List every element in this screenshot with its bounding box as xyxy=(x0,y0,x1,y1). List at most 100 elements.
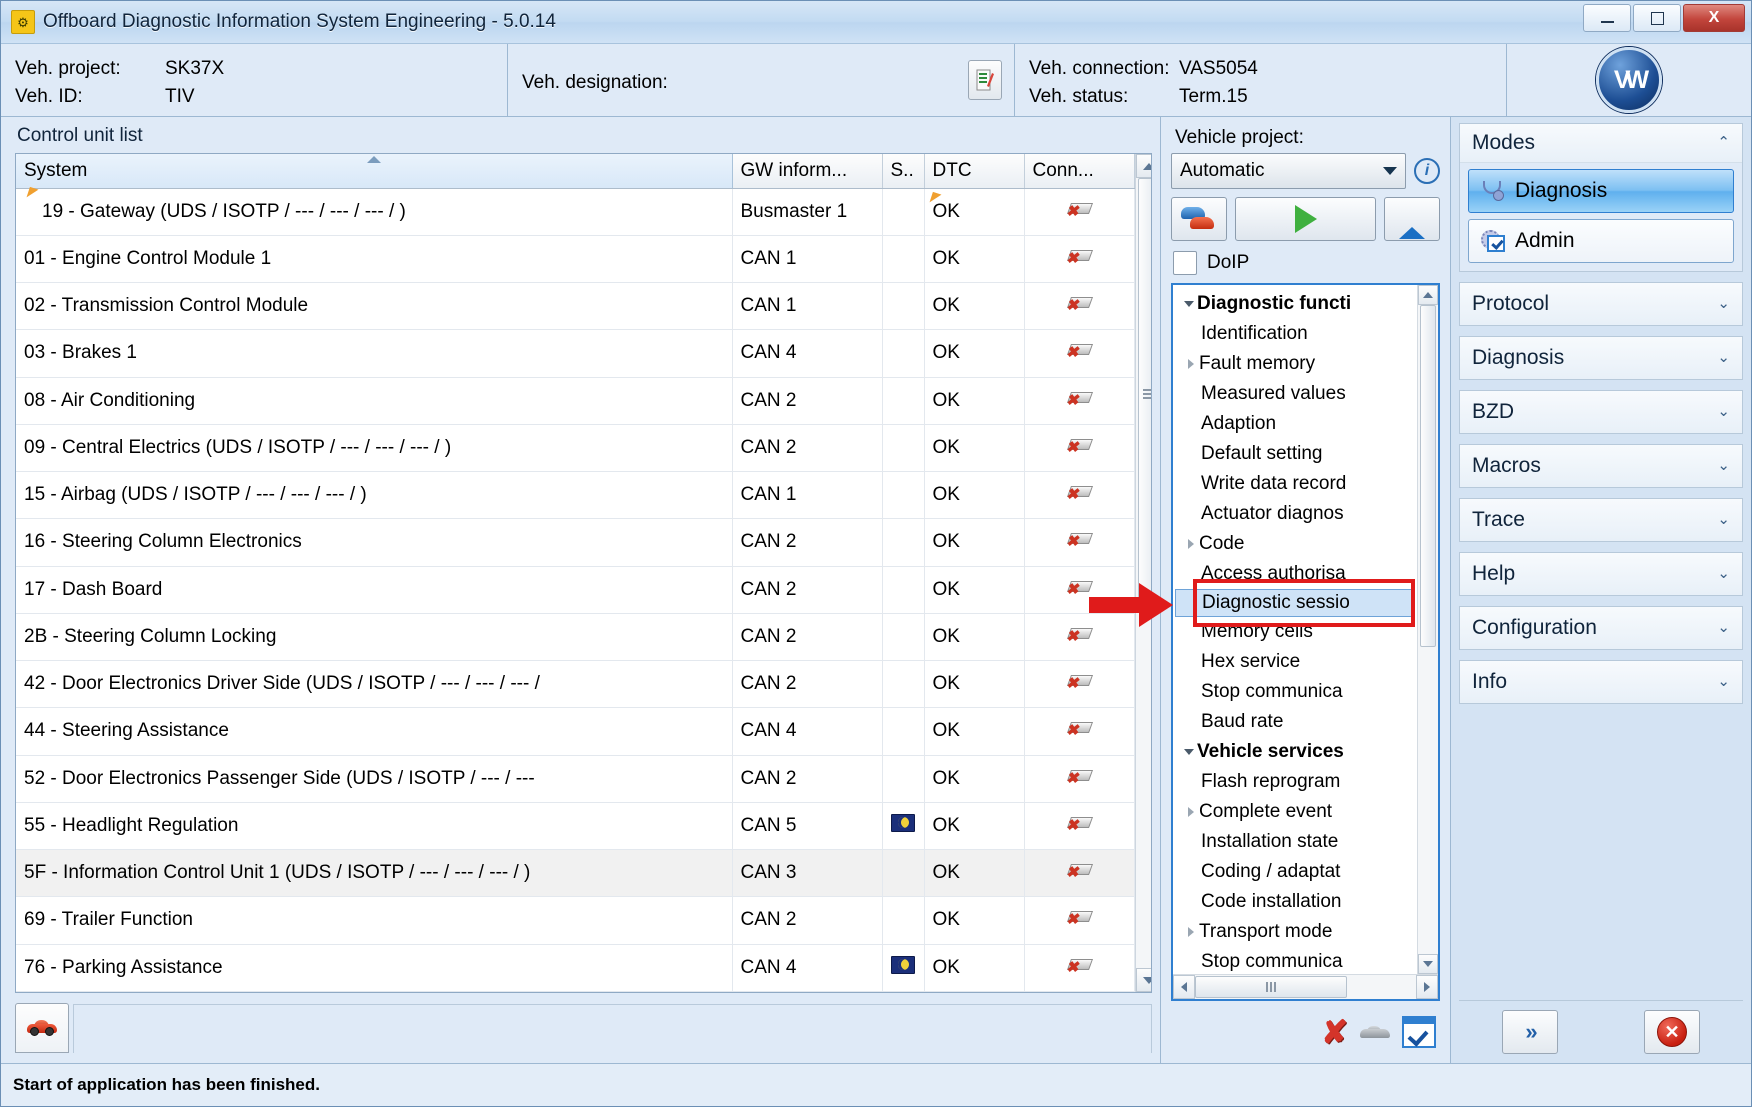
tree-item[interactable]: Access authorisa xyxy=(1175,559,1417,589)
accordion-section-trace[interactable]: Trace ⌄ xyxy=(1459,498,1743,542)
tree-hscroll-track[interactable] xyxy=(1195,975,1416,999)
table-row[interactable]: 02 - Transmission Control Module CAN 1 OK ✖ xyxy=(16,282,1135,331)
tree-item[interactable]: Transport mode xyxy=(1175,917,1417,947)
vehicle-grey-icon[interactable] xyxy=(1360,1025,1390,1040)
tree-item[interactable]: Code xyxy=(1175,529,1417,559)
table-row[interactable]: 15 - Airbag (UDS / ISOTP / --- / --- / -… xyxy=(16,471,1135,520)
tree-hscroll-thumb[interactable] xyxy=(1195,976,1347,998)
tree-horizontal-scrollbar[interactable] xyxy=(1173,974,1438,999)
tree-item[interactable]: Installation state xyxy=(1175,827,1417,857)
tree-vertical-scrollbar[interactable] xyxy=(1417,285,1438,974)
scroll-up-button[interactable] xyxy=(1135,154,1151,178)
table-row[interactable]: 08 - Air Conditioning CAN 2 OK ✖ xyxy=(16,377,1135,425)
table-row[interactable]: 2B - Steering Column Locking CAN 2 OK ✖ xyxy=(16,613,1135,662)
table-row[interactable]: 03 - Brakes 1 CAN 4 OK ✖ xyxy=(16,329,1135,378)
expanded-twisty-icon[interactable] xyxy=(1181,749,1197,755)
tree-scroll-track[interactable] xyxy=(1418,305,1438,954)
table-vertical-scrollbar[interactable] xyxy=(1134,154,1151,992)
table-row[interactable]: 55 - Headlight Regulation CAN 5 OK ✖ xyxy=(16,802,1135,851)
mouse-cursor-icon xyxy=(929,191,941,205)
start-button[interactable] xyxy=(1235,197,1376,241)
table-row[interactable]: 09 - Central Electrics (UDS / ISOTP / --… xyxy=(16,424,1135,473)
tree-item[interactable]: Stop communica xyxy=(1175,677,1417,707)
two-cars-icon xyxy=(1181,207,1217,231)
accordion-section-diagnosis[interactable]: Diagnosis ⌄ xyxy=(1459,336,1743,380)
edit-designation-button[interactable] xyxy=(968,60,1002,100)
info-icon[interactable]: i xyxy=(1414,158,1440,184)
cell-status xyxy=(882,471,925,520)
tree-item[interactable]: Vehicle services xyxy=(1175,737,1417,767)
diagnostic-tree-list[interactable]: Diagnostic functi Identification Fault mem… xyxy=(1173,285,1417,974)
table-row[interactable]: 69 - Trailer Function CAN 2 OK ✖ xyxy=(16,896,1135,945)
tree-item[interactable]: Stop communica xyxy=(1175,947,1417,974)
accordion-section-bzd[interactable]: BZD ⌄ xyxy=(1459,390,1743,434)
tree-scroll-up-button[interactable] xyxy=(1418,285,1438,305)
accordion-section-macros[interactable]: Macros ⌄ xyxy=(1459,444,1743,488)
cell-status xyxy=(882,424,925,473)
tree-item[interactable]: Diagnostic functi xyxy=(1175,289,1417,319)
accordion-section-protocol[interactable]: Protocol ⌄ xyxy=(1459,282,1743,326)
collapsed-twisty-icon[interactable] xyxy=(1183,807,1199,817)
tree-item[interactable]: Baud rate xyxy=(1175,707,1417,737)
tree-item[interactable]: Flash reprogram xyxy=(1175,767,1417,797)
tree-item[interactable]: Write data record xyxy=(1175,469,1417,499)
tree-item-label: Complete event xyxy=(1199,801,1333,822)
tree-item[interactable]: Hex service xyxy=(1175,647,1417,677)
tree-scroll-left-button[interactable] xyxy=(1173,975,1195,999)
tree-scroll-down-button[interactable] xyxy=(1418,954,1438,974)
scroll-thumb[interactable] xyxy=(1137,178,1151,610)
table-row[interactable]: 76 - Parking Assistance CAN 4 OK ✖ xyxy=(16,944,1135,992)
tree-item-selected[interactable]: Diagnostic sessio xyxy=(1175,589,1415,617)
mode-button-admin[interactable]: Admin xyxy=(1468,219,1734,263)
accordion-section-info[interactable]: Info ⌄ xyxy=(1459,660,1743,704)
cancel-icon[interactable]: ✘ xyxy=(1321,1016,1348,1048)
table-row[interactable]: 52 - Door Electronics Passenger Side (UD… xyxy=(16,755,1135,803)
tree-item[interactable]: Measured values xyxy=(1175,379,1417,409)
column-header-gw-information[interactable]: GW inform... xyxy=(732,154,883,189)
vehicle-select-button[interactable] xyxy=(1171,197,1227,241)
vehicle-project-select[interactable]: Automatic xyxy=(1171,153,1406,189)
table-row[interactable]: 17 - Dash Board CAN 2 OK ✖ xyxy=(16,566,1135,614)
tree-item[interactable]: Default setting xyxy=(1175,439,1417,469)
collapsed-twisty-icon[interactable] xyxy=(1183,359,1199,369)
scroll-track[interactable] xyxy=(1135,178,1151,968)
table-row[interactable]: 42 - Door Electronics Driver Side (UDS /… xyxy=(16,660,1135,709)
table-row[interactable]: 16 - Steering Column Electronics CAN 2 OK ✖ xyxy=(16,518,1135,567)
column-header-dtc[interactable]: DTC xyxy=(924,154,1025,189)
table-row[interactable]: 5F - Information Control Unit 1 (UDS / I… xyxy=(16,849,1135,898)
table-row[interactable]: 44 - Steering Assistance CAN 4 OK ✖ xyxy=(16,707,1135,756)
doip-checkbox[interactable] xyxy=(1173,251,1197,275)
tree-scroll-thumb[interactable] xyxy=(1420,305,1436,647)
collapsed-twisty-icon[interactable] xyxy=(1183,539,1199,549)
confirm-window-icon[interactable] xyxy=(1402,1016,1436,1048)
expanded-twisty-icon[interactable] xyxy=(1181,301,1197,307)
modes-header[interactable]: Modes ⌃ xyxy=(1460,124,1742,163)
scroll-down-button[interactable] xyxy=(1135,968,1151,992)
table-row[interactable]: 01 - Engine Control Module 1 CAN 1 OK ✖ xyxy=(16,235,1135,284)
tree-item[interactable]: Coding / adaptat xyxy=(1175,857,1417,887)
accordion-section-configuration[interactable]: Configuration ⌄ xyxy=(1459,606,1743,650)
tree-item[interactable]: Complete event xyxy=(1175,797,1417,827)
vehicle-tab-button[interactable] xyxy=(15,1003,69,1053)
tree-item[interactable]: Identification xyxy=(1175,319,1417,349)
close-button[interactable]: X xyxy=(1683,4,1745,32)
tree-item[interactable]: Actuator diagnos xyxy=(1175,499,1417,529)
tree-item[interactable]: Code installation xyxy=(1175,887,1417,917)
column-header-system[interactable]: System xyxy=(16,154,733,189)
column-header-status[interactable]: S.. xyxy=(882,154,925,189)
stop-button[interactable]: ✕ xyxy=(1644,1010,1700,1054)
collapsed-twisty-icon[interactable] xyxy=(1183,927,1199,937)
tree-scroll-right-button[interactable] xyxy=(1416,975,1438,999)
tree-item[interactable]: Fault memory xyxy=(1175,349,1417,379)
tree-item[interactable]: Memory cells xyxy=(1175,617,1417,647)
maximize-button[interactable] xyxy=(1633,4,1681,32)
column-header-connection[interactable]: Conn... xyxy=(1024,154,1135,189)
tree-item[interactable]: Adaption xyxy=(1175,409,1417,439)
accordion-section-help[interactable]: Help ⌄ xyxy=(1459,552,1743,596)
next-button[interactable]: » xyxy=(1502,1010,1558,1054)
minimize-button[interactable] xyxy=(1583,4,1631,32)
eject-button[interactable] xyxy=(1384,197,1440,241)
table-row[interactable]: 19 - Gateway (UDS / ISOTP / --- / --- / … xyxy=(16,186,1135,236)
mode-button-diagnosis[interactable]: Diagnosis xyxy=(1468,169,1734,213)
cell-dtc: OK xyxy=(924,944,1025,992)
